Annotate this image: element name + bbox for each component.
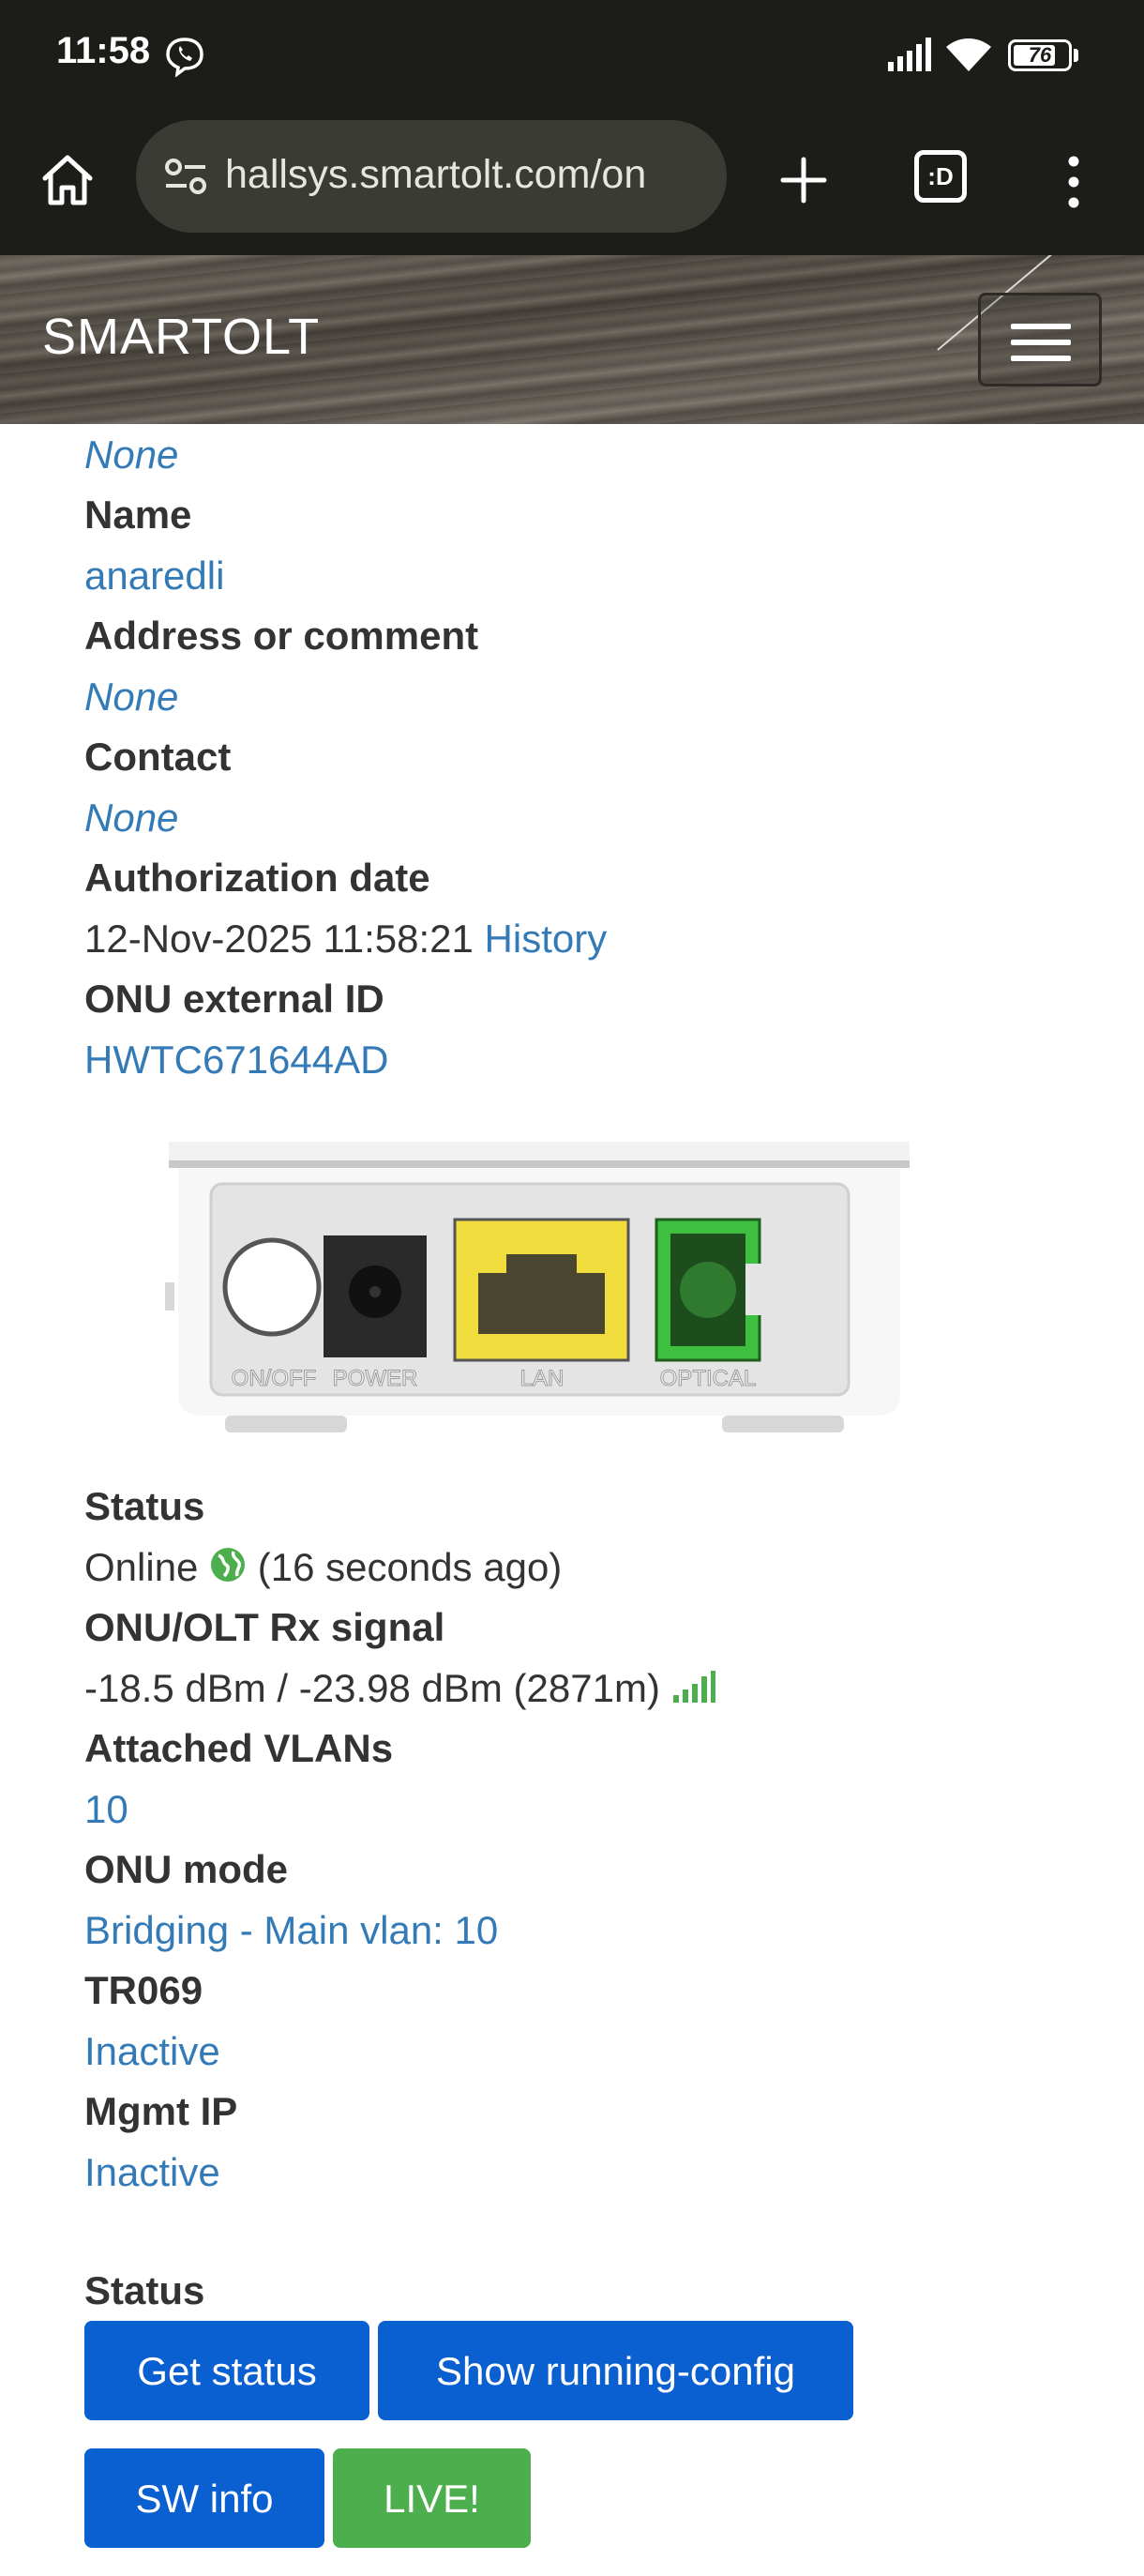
status-ago: (16 seconds ago) bbox=[257, 1545, 563, 1589]
status-row: Online (16 seconds ago) bbox=[84, 1537, 1097, 1598]
vlans-value[interactable]: 10 bbox=[84, 1779, 1097, 1840]
address-label: Address or comment bbox=[84, 614, 479, 658]
clock: 11:58 bbox=[56, 30, 151, 71]
hamburger-icon[interactable] bbox=[978, 293, 1102, 386]
viber-icon bbox=[164, 36, 205, 82]
url-text[interactable]: hallsys.smartolt.com/on bbox=[225, 152, 713, 198]
name-label: Name bbox=[84, 492, 192, 537]
sw-info-button[interactable]: SW info bbox=[84, 2448, 324, 2548]
power-port-label: POWER bbox=[333, 1366, 418, 1391]
onu-device-image: ON/OFF POWER LAN OPTICAL bbox=[84, 1090, 1097, 1477]
site-header: SMARTOLT bbox=[0, 255, 1144, 424]
status-value: Online bbox=[84, 1545, 199, 1589]
onoff-port bbox=[222, 1237, 322, 1337]
address-value[interactable]: None bbox=[84, 666, 1097, 727]
brand-logo[interactable]: SMARTOLT bbox=[42, 308, 320, 366]
show-running-config-button[interactable]: Show running-config bbox=[378, 2321, 853, 2420]
battery-icon: 76 bbox=[1008, 39, 1072, 71]
browser-toolbar: hallsys.smartolt.com/on :D bbox=[0, 113, 1144, 255]
signal-row: -18.5 dBm / -23.98 dBm (2871m) bbox=[84, 1658, 1097, 1719]
site-settings-icon[interactable] bbox=[162, 156, 209, 202]
contact-label: Contact bbox=[84, 735, 232, 779]
more-menu-icon[interactable] bbox=[1060, 152, 1088, 212]
battery-tip bbox=[1074, 49, 1078, 62]
onoff-port-label: ON/OFF bbox=[232, 1366, 317, 1391]
actions-section-label: Status bbox=[84, 2268, 205, 2312]
onu-mode-value[interactable]: Bridging - Main vlan: 10 bbox=[84, 1900, 1097, 1961]
battery-level: 76 bbox=[1028, 43, 1052, 67]
actions-row-1: Get status Show running-config bbox=[84, 2321, 1097, 2448]
authorization-date-row: 12-Nov-2025 11:58:21 History bbox=[84, 908, 1097, 969]
vlans-label: Attached VLANs bbox=[84, 1726, 394, 1770]
signal-value: -18.5 dBm / -23.98 dBm (2871m) bbox=[84, 1666, 660, 1710]
address-bar[interactable]: hallsys.smartolt.com/on bbox=[136, 120, 727, 233]
home-icon[interactable] bbox=[38, 150, 98, 210]
wifi-icon bbox=[942, 34, 995, 80]
onu-mode-label: ONU mode bbox=[84, 1847, 289, 1891]
authorization-date-value: 12-Nov-2025 11:58:21 bbox=[84, 917, 474, 961]
tabs-icon[interactable]: :D bbox=[914, 150, 967, 203]
get-status-button[interactable]: Get status bbox=[84, 2321, 369, 2420]
status-label: Status bbox=[84, 1484, 205, 1528]
contact-value[interactable]: None bbox=[84, 787, 1097, 848]
live-button[interactable]: LIVE! bbox=[333, 2448, 531, 2548]
external-id-value[interactable]: HWTC671644AD bbox=[84, 1029, 1097, 1090]
lan-port-label: LAN bbox=[520, 1366, 564, 1391]
mgmt-ip-label: Mgmt IP bbox=[84, 2089, 238, 2133]
signal-strength-icon bbox=[671, 1660, 716, 1721]
actions-row-2: SW info LIVE! bbox=[84, 2448, 1097, 2576]
globe-online-icon bbox=[209, 1539, 247, 1600]
new-tab-icon[interactable] bbox=[774, 150, 834, 210]
status-bar: 11:58 76 bbox=[0, 0, 1144, 113]
previous-field-value: None bbox=[84, 432, 179, 477]
mgmt-ip-value[interactable]: Inactive bbox=[84, 2142, 1097, 2203]
signal-label: ONU/OLT Rx signal bbox=[84, 1605, 445, 1649]
authorization-date-label: Authorization date bbox=[84, 856, 430, 900]
signal-icon bbox=[886, 36, 933, 78]
external-id-label: ONU external ID bbox=[84, 977, 384, 1021]
name-value[interactable]: anaredli bbox=[84, 545, 1097, 606]
history-link[interactable]: History bbox=[485, 917, 608, 961]
tr069-value[interactable]: Inactive bbox=[84, 2021, 1097, 2082]
tr069-label: TR069 bbox=[84, 1968, 203, 2012]
onu-details: None Name anaredli Address or comment No… bbox=[84, 424, 1097, 2576]
optical-port-label: OPTICAL bbox=[660, 1366, 757, 1391]
